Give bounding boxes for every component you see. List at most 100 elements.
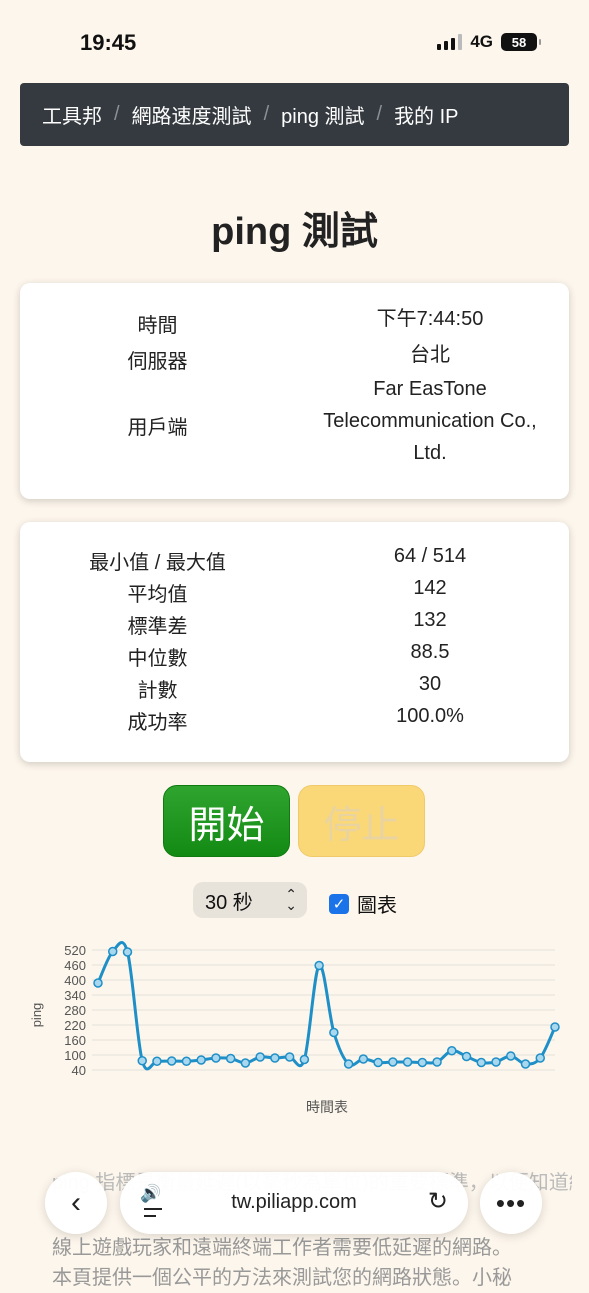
client-line: Far EasTone: [373, 378, 487, 400]
chart-point: [107, 946, 118, 957]
description-line: 本頁提供一個公平的方法來測試您的網路狀態。小秘: [52, 1267, 512, 1289]
duration-select[interactable]: 30 秒 ⌃ ⌄: [193, 882, 307, 918]
info-card: 時間 下午7:44:50 伺服器 台北 用戶端 Far EasTone Tele…: [20, 283, 569, 499]
info-label: 時間: [137, 315, 178, 337]
chart-point: [417, 1057, 428, 1068]
chart-series-line: [96, 940, 557, 1071]
chart-y-tick-label: 400: [64, 973, 86, 988]
breadcrumb-item-speedtest[interactable]: 網路速度測試: [132, 100, 252, 129]
chart-point: [152, 1056, 162, 1066]
chevron-left-icon: ‹: [71, 1186, 81, 1219]
client-line: Telecommunication Co.,: [323, 410, 537, 432]
chart-point: [329, 1027, 339, 1038]
battery-icon: 58: [501, 33, 541, 51]
chart-point: [491, 1057, 501, 1067]
chart-point: [476, 1057, 487, 1068]
stats-value: 100.0%: [396, 705, 464, 727]
chart-point: [535, 1053, 546, 1063]
chart-point: [122, 947, 133, 957]
chevron-up-down-icon: ⌃ ⌄: [285, 886, 297, 913]
info-label: 伺服器: [127, 351, 188, 373]
more-icon: •••: [495, 1187, 527, 1218]
chart-point: [284, 1052, 295, 1062]
breadcrumb: 工具邦 / 網路速度測試 / ping 測試 / 我的 IP: [20, 83, 569, 146]
stats-value: 30: [418, 673, 442, 695]
chart-point: [343, 1059, 354, 1069]
chart-point: [373, 1057, 383, 1068]
more-button[interactable]: •••: [480, 1172, 542, 1234]
stats-value: 88.5: [410, 641, 450, 663]
status-bar: 19:45 4G 58: [0, 0, 589, 80]
stats-label: 成功率: [127, 712, 188, 734]
info-value-client: Far EasTone Telecommunication Co., Ltd.: [295, 373, 565, 469]
chart-y-tick-label: 100: [64, 1048, 86, 1063]
signal-icon: [437, 34, 463, 50]
chart-point: [388, 1057, 398, 1067]
chart-y-tick-label: 220: [64, 1018, 86, 1033]
chart-point: [240, 1058, 251, 1068]
network-type: 4G: [470, 32, 493, 51]
stats-label: 計數: [137, 680, 178, 702]
chart-point: [520, 1059, 531, 1069]
stats-value: 64 / 514: [393, 545, 467, 567]
chart-point: [93, 978, 103, 988]
chart-toggle[interactable]: ✓ 圖表: [329, 889, 397, 918]
chart-point: [211, 1053, 221, 1063]
chart-y-tick-label: 40: [72, 1063, 86, 1078]
client-line: Ltd.: [413, 442, 447, 464]
chart-point: [255, 1052, 265, 1062]
duration-value: 30 秒: [205, 891, 253, 914]
chart-y-tick-label: 520: [64, 943, 86, 958]
breadcrumb-separator: /: [376, 103, 383, 125]
chart-y-tick-label: 460: [64, 958, 86, 973]
info-value: 台北: [410, 344, 450, 366]
stats-label: 標準差: [127, 616, 188, 638]
address-bar[interactable]: 🔊 tw.piliapp.com ↻: [120, 1172, 468, 1234]
chart-point: [137, 1056, 147, 1066]
chart-point: [461, 1051, 472, 1062]
chart-point: [196, 1055, 206, 1065]
ping-chart: ping 時間表 40100160220280340400460520: [29, 940, 560, 1115]
chart-y-tick-label: 280: [64, 1003, 86, 1018]
chart-point: [550, 1022, 560, 1032]
breadcrumb-item-myip[interactable]: 我的 IP: [394, 100, 458, 129]
reload-icon[interactable]: ↻: [428, 1187, 448, 1216]
info-value: 下午7:44:50: [376, 308, 484, 330]
chart-toggle-label: 圖表: [357, 895, 397, 917]
status-icons: 4G 58: [437, 32, 541, 52]
status-time: 19:45: [80, 30, 137, 55]
stats-value: 132: [413, 609, 447, 631]
stats-card: 最小值 / 最大值 64 / 514 平均值 142 標準差 132 中位數 8…: [20, 522, 569, 762]
checkbox-checked-icon[interactable]: ✓: [329, 893, 349, 914]
page-title: ping 測試: [211, 211, 378, 253]
url-text: tw.piliapp.com: [231, 1191, 357, 1213]
start-button[interactable]: 開始: [163, 785, 290, 857]
chart-y-tick-label: 340: [64, 988, 86, 1003]
chart-point: [506, 1051, 516, 1061]
stats-label: 中位數: [127, 648, 188, 670]
chart-x-axis-label: 時間表: [306, 1099, 348, 1115]
chart-point: [314, 960, 324, 971]
stats-label: 平均值: [127, 584, 188, 606]
chart-point: [225, 1053, 236, 1064]
stats-value: 142: [413, 577, 447, 599]
chart-point: [432, 1057, 442, 1067]
chart-point: [447, 1046, 457, 1056]
chart-y-tick-label: 160: [64, 1033, 86, 1048]
breadcrumb-item-tools[interactable]: 工具邦: [42, 100, 102, 129]
chart-point: [358, 1054, 369, 1064]
chart-point: [270, 1053, 280, 1063]
chart-point: [166, 1056, 177, 1066]
chart-point: [299, 1054, 310, 1065]
breadcrumb-separator: /: [114, 103, 120, 125]
info-label: 用戶端: [127, 417, 188, 439]
browser-toolbar: ‹ 🔊 tw.piliapp.com ↻ •••: [0, 1165, 589, 1240]
breadcrumb-item-ping[interactable]: ping 測試: [281, 100, 364, 129]
stop-button[interactable]: 停止: [298, 785, 425, 857]
back-button[interactable]: ‹: [45, 1172, 107, 1234]
chart-point: [402, 1057, 413, 1067]
stats-label: 最小值 / 最大值: [89, 552, 226, 574]
chart-point: [181, 1056, 192, 1066]
breadcrumb-separator: /: [263, 103, 270, 125]
chart-y-axis-label: ping: [29, 1003, 44, 1028]
